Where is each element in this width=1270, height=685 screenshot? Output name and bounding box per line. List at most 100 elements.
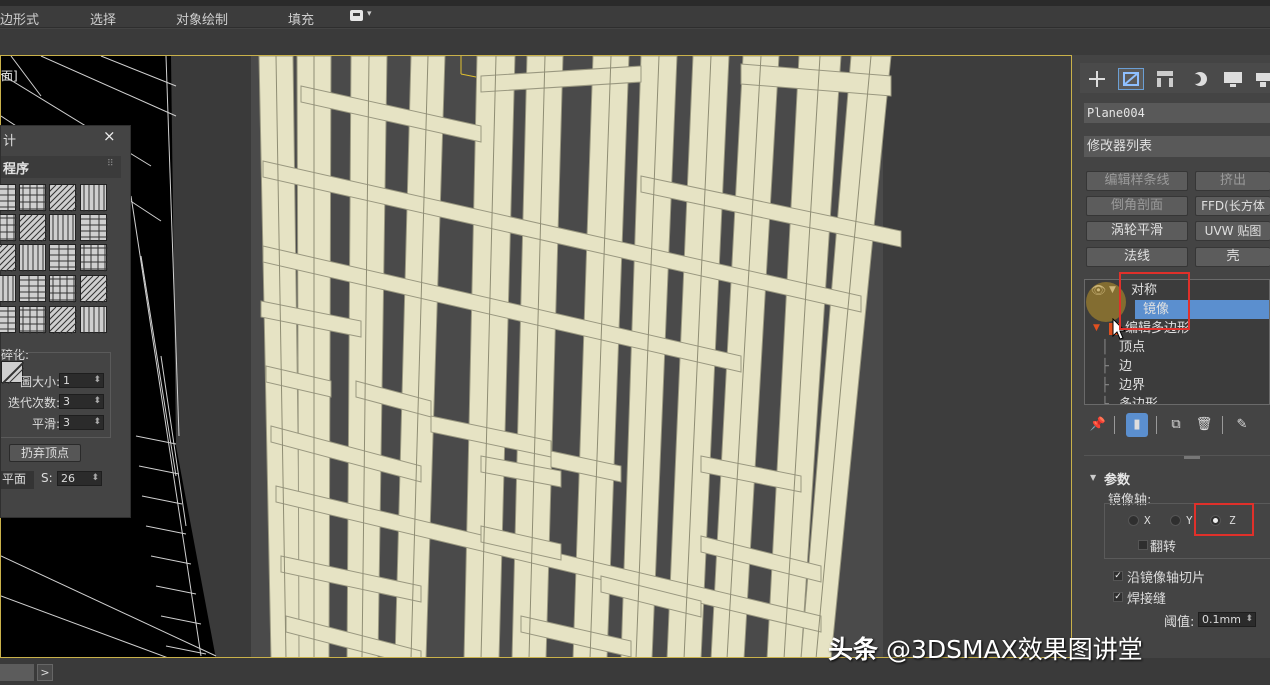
- watermark-brand: 头条: [828, 635, 879, 664]
- modify-icon: [1123, 72, 1139, 86]
- cell-size-spinner[interactable]: 1: [59, 373, 104, 388]
- weld-seam-checkbox[interactable]: ✓: [1113, 592, 1123, 602]
- pattern-tile[interactable]: [80, 184, 107, 212]
- tab-motion[interactable]: [1186, 68, 1212, 90]
- annotation-highlight-z-axis: [1194, 503, 1254, 536]
- toolbar-separator: [1156, 416, 1157, 434]
- collapse-arrow-icon[interactable]: ▼: [1093, 319, 1100, 338]
- plane-field[interactable]: 平面: [1, 471, 34, 489]
- flip-checkbox[interactable]: [1138, 540, 1148, 550]
- stack-toolbar: 📌 ▮ ⧉ 🗑 ✎: [1084, 413, 1270, 439]
- tab-create[interactable]: [1084, 68, 1110, 90]
- pattern-tile[interactable]: [49, 306, 77, 334]
- pin-stack-icon[interactable]: 📌: [1088, 413, 1108, 437]
- axis-y-label: Y: [1186, 514, 1193, 527]
- close-icon[interactable]: ×: [103, 127, 116, 145]
- iterations-spinner[interactable]: 3: [59, 394, 104, 409]
- pattern-tile[interactable]: [0, 244, 17, 272]
- turbosmooth-button[interactable]: 涡轮平滑: [1086, 221, 1188, 241]
- stack-item-label: 边: [1119, 359, 1133, 374]
- rollout-header[interactable]: 程序 ⠿: [1, 156, 121, 178]
- tab-modify[interactable]: [1118, 68, 1144, 90]
- radio-axis-y[interactable]: [1170, 515, 1181, 526]
- shell-button[interactable]: 壳: [1195, 247, 1270, 267]
- slice-along-mirror-checkbox[interactable]: ✓: [1113, 571, 1123, 581]
- tab-polygon-modeling[interactable]: 边形式: [0, 9, 39, 28]
- threshold-spinner[interactable]: 0.1mm: [1198, 612, 1256, 627]
- edit-spline-button[interactable]: 编辑样条线: [1086, 171, 1188, 191]
- make-unique-icon[interactable]: ⧉: [1166, 413, 1186, 437]
- tree-line-icon: ├: [1101, 397, 1109, 405]
- tree-line-icon: ├: [1101, 378, 1109, 393]
- viewport-label[interactable]: 面]: [1, 67, 18, 84]
- pattern-tile[interactable]: [19, 275, 47, 303]
- flip-label: 翻转: [1150, 540, 1177, 555]
- pattern-tile[interactable]: [19, 214, 47, 242]
- ribbon-options-icon: [350, 10, 363, 21]
- stack-item-vertex[interactable]: │ 顶点: [1085, 338, 1269, 357]
- stack-item-label: 多边形: [1119, 397, 1159, 405]
- tab-object-paint[interactable]: 对象绘制: [176, 9, 228, 28]
- pattern-tile[interactable]: [0, 275, 16, 303]
- tab-populate[interactable]: 填充: [288, 9, 314, 28]
- ribbon-options-dropdown[interactable]: ▾: [350, 9, 374, 23]
- chevron-down-icon: ▾: [367, 9, 372, 19]
- s-spinner[interactable]: 26: [57, 471, 102, 486]
- pattern-tile[interactable]: [80, 306, 107, 334]
- pattern-tile[interactable]: [0, 214, 17, 242]
- pattern-tile[interactable]: [80, 275, 108, 303]
- pattern-tile[interactable]: [49, 214, 76, 242]
- pattern-grid: [0, 182, 113, 342]
- radio-axis-x[interactable]: [1128, 515, 1139, 526]
- discard-vertices-button[interactable]: 扔弃顶点: [9, 444, 81, 462]
- pattern-tile[interactable]: [0, 184, 17, 212]
- command-panel-tabs: [1080, 63, 1270, 93]
- pattern-tile[interactable]: [49, 275, 77, 303]
- pattern-tile[interactable]: [19, 184, 47, 212]
- motion-icon: [1191, 72, 1207, 86]
- pattern-tile[interactable]: [19, 306, 47, 334]
- tree-line-icon: │: [1101, 340, 1109, 355]
- iterations-label: 迭代次数:: [7, 396, 60, 410]
- uvw-map-button[interactable]: UVW 贴图: [1195, 221, 1270, 241]
- tab-hierarchy[interactable]: [1152, 68, 1178, 90]
- stack-item-label: 顶点: [1119, 340, 1146, 355]
- status-field[interactable]: [0, 664, 34, 681]
- configure-sets-icon[interactable]: ✎: [1232, 413, 1252, 437]
- pattern-tile[interactable]: [0, 306, 17, 334]
- ribbon-tabs: 边形式 选择 对象绘制 填充 ▾: [0, 6, 1270, 28]
- extrude-button[interactable]: 挤出: [1195, 171, 1270, 191]
- command-panel: Plane004 修改器列表 编辑样条线 挤出 倒角剖面 FFD(长方体 涡轮平…: [1076, 55, 1270, 658]
- pattern-tile[interactable]: [49, 184, 77, 212]
- stack-item-edge[interactable]: ├ 边: [1085, 357, 1269, 376]
- rollout-title: 程序: [3, 162, 30, 177]
- smooth-label: 平滑:: [31, 417, 60, 431]
- object-name-field[interactable]: Plane004: [1084, 103, 1270, 123]
- stack-item-border[interactable]: ├ 边界: [1085, 376, 1269, 395]
- stack-item-polygon[interactable]: ├ 多边形: [1085, 395, 1269, 405]
- modifier-list-dropdown[interactable]: 修改器列表: [1084, 136, 1270, 157]
- watermark-handle: @3DSMAX效果图讲堂: [885, 635, 1143, 664]
- expand-button[interactable]: >: [37, 664, 53, 681]
- smooth-spinner[interactable]: 3: [59, 415, 104, 430]
- remove-modifier-icon[interactable]: 🗑: [1194, 413, 1214, 437]
- panel-divider[interactable]: [1084, 455, 1270, 459]
- pattern-tile[interactable]: [49, 244, 77, 272]
- tab-selection[interactable]: 选择: [90, 9, 116, 28]
- s-label: S:: [41, 471, 53, 485]
- tab-utilities[interactable]: [1252, 68, 1270, 90]
- pattern-tile[interactable]: [80, 214, 108, 242]
- ribbon-panel-strip: [0, 29, 1270, 55]
- pattern-tile[interactable]: [80, 244, 108, 272]
- pattern-tile[interactable]: [19, 244, 46, 272]
- bevel-profile-button[interactable]: 倒角剖面: [1086, 196, 1188, 216]
- plus-icon: [1089, 71, 1105, 87]
- cell-size-label: 圖大小:: [19, 375, 60, 389]
- collapse-arrow-icon[interactable]: ▼: [1090, 473, 1096, 482]
- show-end-result-icon[interactable]: ▮: [1126, 413, 1148, 437]
- normal-button[interactable]: 法线: [1086, 247, 1188, 267]
- viewport-perspective[interactable]: 面]: [0, 55, 1072, 658]
- ffd-box-button[interactable]: FFD(长方体: [1195, 196, 1270, 216]
- parameters-rollout-title[interactable]: 参数: [1104, 469, 1130, 488]
- tab-display[interactable]: [1220, 68, 1246, 90]
